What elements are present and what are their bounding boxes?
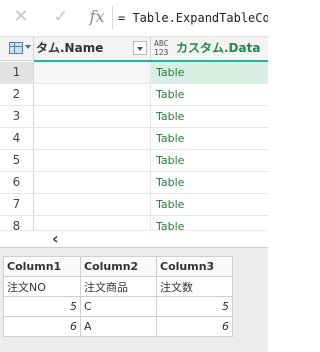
x-icon[interactable]: ✕	[10, 6, 32, 28]
preview-cell: 注文数	[156, 276, 233, 297]
cell-data-link[interactable]: Table	[151, 62, 268, 83]
preview-row: 5 C 5	[3, 296, 233, 317]
row-number[interactable]: 1	[0, 62, 34, 83]
fx-icon[interactable]: fx	[86, 6, 108, 28]
formula-bar: ✕ ✓ fx = Table.ExpandTableColumn(#"追加された…	[0, 0, 268, 37]
cell-name[interactable]	[34, 128, 151, 149]
preview-panel: Column1 Column2 Column3 注文NO 注文商品 注文数 5 …	[0, 247, 268, 352]
preview-cell: C	[80, 296, 157, 317]
type-label-bottom: 123	[154, 48, 169, 57]
cell-name[interactable]	[34, 216, 151, 230]
preview-header-column2: Column2	[80, 256, 157, 277]
column-header-name-label: タム.Name	[36, 41, 104, 55]
grid-rows: 1 Table 2 Table 3 Table 4 Table 5 Table …	[0, 62, 268, 230]
cell-name[interactable]	[34, 106, 151, 127]
preview-cell: 注文商品	[80, 276, 157, 297]
table-menu-button[interactable]	[0, 37, 34, 60]
column-header-data-label: カスタム.Data	[176, 41, 261, 55]
column-header-name[interactable]: タム.Name	[34, 37, 151, 60]
type-label-top: ABC	[154, 39, 169, 48]
formula-separator	[112, 6, 113, 30]
row-number[interactable]: 7	[0, 194, 34, 215]
filter-dropdown-icon[interactable]	[133, 41, 147, 55]
table-row[interactable]: 4 Table	[0, 128, 268, 150]
table-icon	[9, 42, 23, 54]
formula-input[interactable]: = Table.ExpandTableColumn(#"追加されたカスタム", …	[118, 8, 268, 28]
type-any-icon[interactable]: ABC 123	[154, 39, 168, 57]
preview-row: 6 A 6	[3, 316, 233, 337]
preview-cell: 注文NO	[3, 276, 81, 297]
cell-name[interactable]	[34, 150, 151, 171]
cell-data-link[interactable]: Table	[151, 194, 268, 215]
cell-data-link[interactable]: Table	[151, 216, 268, 230]
row-number[interactable]: 2	[0, 84, 34, 105]
preview-header-column1: Column1	[3, 256, 81, 277]
cell-data-link[interactable]: Table	[151, 172, 268, 193]
table-row[interactable]: 7 Table	[0, 194, 268, 216]
cell-data-link[interactable]: Table	[151, 106, 268, 127]
table-row[interactable]: 3 Table	[0, 106, 268, 128]
cell-name[interactable]	[34, 172, 151, 193]
table-row[interactable]: 2 Table	[0, 84, 268, 106]
preview-table: Column1 Column2 Column3 注文NO 注文商品 注文数 5 …	[3, 256, 233, 337]
row-number[interactable]: 3	[0, 106, 34, 127]
cell-data-link[interactable]: Table	[151, 150, 268, 171]
row-number[interactable]: 6	[0, 172, 34, 193]
chevron-left-icon[interactable]: ‹	[52, 231, 59, 247]
grid-header: タム.Name ABC 123 カスタム.Data	[0, 37, 268, 61]
table-row[interactable]: 8 Table	[0, 216, 268, 230]
table-row[interactable]: 6 Table	[0, 172, 268, 194]
column-header-data[interactable]: ABC 123 カスタム.Data	[151, 37, 268, 60]
cell-name[interactable]	[34, 62, 151, 83]
data-grid: タム.Name ABC 123 カスタム.Data 1 Table 2 Table…	[0, 37, 268, 230]
preview-cell: A	[80, 316, 157, 337]
table-row[interactable]: 1 Table	[0, 62, 268, 84]
preview-cell: 5	[3, 296, 81, 317]
cell-data-link[interactable]: Table	[151, 84, 268, 105]
check-icon[interactable]: ✓	[50, 6, 72, 28]
horizontal-scrollbar[interactable]: ‹	[0, 230, 268, 247]
row-number[interactable]: 8	[0, 216, 34, 230]
preview-cell: 5	[156, 296, 233, 317]
cell-name[interactable]	[34, 194, 151, 215]
row-number[interactable]: 5	[0, 150, 34, 171]
cell-name[interactable]	[34, 84, 151, 105]
row-number[interactable]: 4	[0, 128, 34, 149]
preview-cell: 6	[3, 316, 81, 337]
preview-header-column3: Column3	[156, 256, 233, 277]
preview-cell: 6	[156, 316, 233, 337]
cell-data-link[interactable]: Table	[151, 128, 268, 149]
caret-down-icon	[25, 45, 31, 49]
preview-row: 注文NO 注文商品 注文数	[3, 276, 233, 297]
table-row[interactable]: 5 Table	[0, 150, 268, 172]
